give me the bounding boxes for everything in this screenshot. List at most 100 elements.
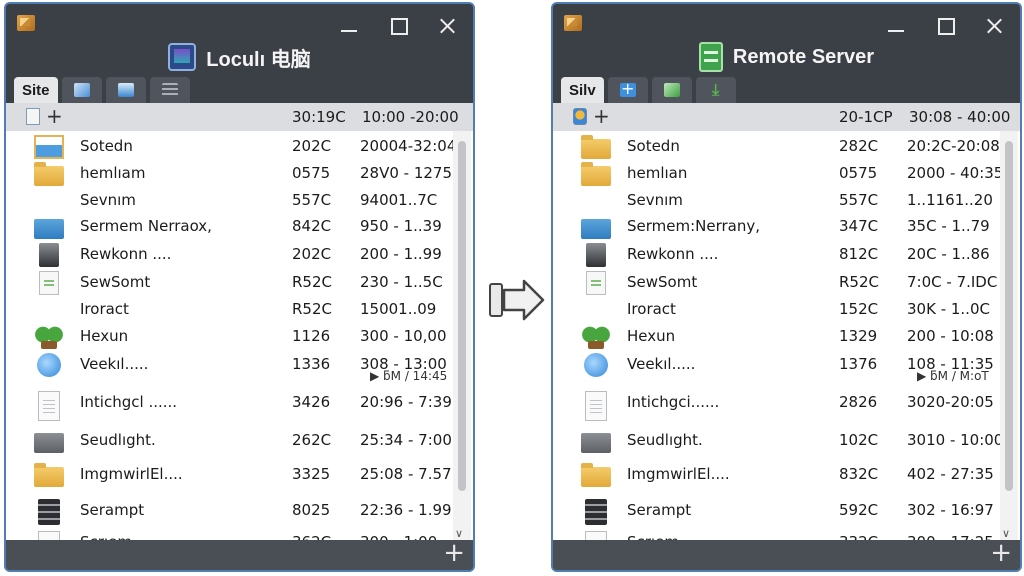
list-header: + 20-1CP 30:08 - 40:00 (553, 103, 1020, 131)
file-row[interactable]: SewSomt R52C 230 - 1..5C (6, 269, 453, 297)
file-name: SewSomt (627, 273, 698, 291)
tab-site[interactable]: Silv (561, 77, 604, 103)
file-row[interactable]: Hexun 1329 200 - 10:08 (553, 323, 1000, 351)
file-date: 200 - 10:08 (907, 327, 994, 345)
file-name: Seudlıght. (627, 431, 703, 449)
file-row[interactable]: hemlıan 0575 2000 - 40:35 (553, 160, 1003, 188)
map-tab-icon (663, 83, 680, 97)
file-row[interactable]: Seudlıght. 102C 3010 - 10:00 (553, 427, 1003, 455)
file-name: Hexun (80, 327, 129, 345)
header-date[interactable]: 10:00 -20:00 (362, 108, 459, 126)
server-icon (585, 499, 607, 525)
file-row[interactable]: Iroract R52C 15001..09 (6, 296, 453, 324)
scrollbar[interactable]: ∨ (1000, 131, 1018, 544)
file-row[interactable]: Serampt 592C 302 - 16:97 (553, 497, 1000, 525)
file-row[interactable]: Sotedn 202C 20004-32:04 (6, 133, 457, 161)
file-row[interactable]: SewSomt R52C 7:0C - 7.IDC (553, 269, 1000, 297)
bubble-icon (37, 353, 61, 377)
file-row[interactable]: hemlıam 0575 28V0 - 1275 (6, 160, 453, 188)
file-row[interactable]: Sermem Nerraox, 842C 950 - 1..39 (6, 213, 453, 241)
file-row[interactable]: Iroract 152C 30K - 1..0C (553, 296, 1000, 324)
file-name: Sevnım (80, 191, 136, 209)
file-note: ▶ ƃM / 14:45 (370, 369, 448, 383)
add-icon[interactable]: + (46, 104, 63, 128)
file-date: 20004-32:04 (360, 137, 457, 155)
file-row[interactable]: Serampt 8025 22:36 - 1.99 (6, 497, 453, 525)
doc-icon (38, 391, 60, 421)
plus-tab-icon (619, 79, 636, 98)
file-date: 1..1161..20 (907, 191, 993, 209)
close-button[interactable] (435, 14, 459, 38)
header-date[interactable]: 30:08 - 40:00 (909, 108, 1010, 126)
file-size: R52C (292, 273, 332, 291)
file-row[interactable]: Intichgci...... 2826 3020-20:05 ▶ ƃM / M:oT (553, 369, 1000, 421)
file-size: 1126 (292, 327, 331, 345)
server-file-icon[interactable] (573, 108, 587, 125)
scrollbar-thumb[interactable] (458, 141, 466, 491)
add-button[interactable]: + (443, 538, 465, 568)
file-date: 15001..09 (360, 300, 437, 318)
file-name: Sevnım (627, 191, 683, 209)
file-name: Seudlıght. (80, 431, 156, 449)
doc-icon (585, 391, 607, 421)
header-size[interactable]: 30:19C (292, 108, 346, 126)
file-date: 402 - 27:35 (907, 465, 994, 483)
scrollbar-thumb[interactable] (1005, 141, 1013, 491)
file-date: 20:2C-20:08 (907, 137, 1000, 155)
folder-grey-icon (581, 433, 611, 453)
file-list[interactable]: Sotedn 282C 20:2C-20:08 hemlıan 0575 2000 - 4… (553, 131, 1020, 544)
tab-image[interactable] (61, 77, 102, 103)
file-light-icon (39, 271, 59, 295)
file-row[interactable]: ImgmwirlEl.... 832C 402 - 27:35 (553, 461, 1000, 489)
tab-download[interactable]: ⤓ (695, 77, 736, 103)
header-size[interactable]: 20-1CP (839, 108, 893, 126)
file-size: R52C (839, 273, 879, 291)
file-name: SewSomt (80, 273, 151, 291)
tab-map[interactable] (651, 77, 692, 103)
minimize-button[interactable] (337, 14, 361, 38)
file-row[interactable]: Intichgcl ...... 3426 20:96 - 7:39 ▶ ƃM / 1… (6, 369, 453, 421)
file-date: 35C - 1..79 (907, 217, 990, 235)
file-size: 2826 (839, 393, 878, 411)
file-list[interactable]: Sotedn 202C 20004-32:04 hemlıam 0575 28V0 - 1… (6, 131, 473, 544)
image-tab-icon (73, 83, 90, 97)
file-row[interactable]: Rewkonn .... 202C 200 - 1..99 (6, 241, 453, 269)
tab-add[interactable] (607, 77, 648, 103)
file-size: 8025 (292, 501, 331, 519)
new-file-icon[interactable] (26, 108, 40, 125)
file-name: Sotedn (627, 137, 680, 155)
minimize-button[interactable] (884, 14, 908, 38)
tab-site[interactable]: Site (14, 77, 58, 103)
file-row[interactable]: Hexun 1126 300 - 10,00 (6, 323, 453, 351)
download-tab-icon: ⤓ (712, 80, 720, 99)
file-row[interactable]: Rewkonn .... 812C 20C - 1..86 (553, 241, 1000, 269)
file-row[interactable]: Seudlıght. 262C 25:34 - 7:00 (6, 427, 453, 455)
add-button[interactable]: + (990, 538, 1012, 568)
maximize-button[interactable] (934, 14, 958, 38)
file-row[interactable]: ImgmwirlEl.... 3325 25:08 - 7.57 (6, 461, 453, 489)
file-size: 347C (839, 217, 879, 235)
file-size: 202C (292, 245, 332, 263)
file-row[interactable]: Sotedn 282C 20:2C-20:08 (553, 133, 1000, 161)
file-size: 102C (839, 431, 879, 449)
maximize-button[interactable] (387, 14, 411, 38)
folder-icon (34, 463, 64, 487)
file-size: R52C (292, 300, 332, 318)
folder-grey-icon (34, 433, 64, 453)
scrollbar[interactable]: ∨ (453, 131, 471, 544)
file-size: 1336 (292, 355, 331, 373)
file-date: 200 - 1..99 (360, 245, 442, 263)
tab-document[interactable] (105, 77, 146, 103)
file-name: Serampt (80, 501, 145, 519)
add-icon[interactable]: + (593, 104, 610, 128)
file-row[interactable]: Sevnım 557C 94001..7C (6, 187, 453, 215)
close-button[interactable] (982, 14, 1006, 38)
file-row[interactable]: Sevnım 557C 1..1161..20 (553, 187, 1000, 215)
file-name: Sermem Nerraox, (80, 217, 212, 235)
file-row[interactable]: Sermem:Nerrany, 347C 35C - 1..79 (553, 213, 1000, 241)
remote-window: Remote Server Silv ⤓ + 20-1CP 30:08 - 40… (551, 2, 1022, 572)
file-date: 302 - 16:97 (907, 501, 994, 519)
list-tab-icon (161, 83, 178, 97)
file-size: 152C (839, 300, 879, 318)
tab-list[interactable] (149, 77, 190, 103)
